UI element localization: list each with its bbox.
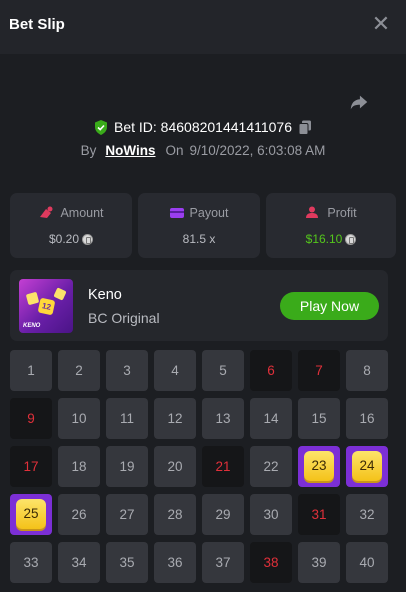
dice-icon xyxy=(25,291,40,306)
keno-cell: 23 xyxy=(298,446,340,487)
bet-date: 9/10/2022, 6:03:08 AM xyxy=(189,143,326,158)
keno-cell: 34 xyxy=(58,542,100,583)
wallet-icon xyxy=(169,208,184,218)
game-provider: BC Original xyxy=(88,310,160,326)
dice-icon: 12 xyxy=(37,297,56,316)
by-label: By xyxy=(80,143,97,158)
keno-cell: 1 xyxy=(10,350,52,391)
game-card: 12 KENO Keno BC Original Play Now xyxy=(10,270,388,341)
play-now-button[interactable]: Play Now xyxy=(280,292,379,320)
bet-id-label: Bet ID: xyxy=(113,119,157,135)
bet-id-value: 84608201441411076 xyxy=(160,119,292,135)
keno-cell: 10 xyxy=(58,398,100,439)
payout-label: Payout xyxy=(189,206,229,220)
keno-cell-number: 23 xyxy=(304,451,334,481)
keno-cell-number: 25 xyxy=(16,499,46,529)
keno-cell: 37 xyxy=(202,542,244,583)
keno-cell: 24 xyxy=(346,446,388,487)
keno-cell: 35 xyxy=(106,542,148,583)
dice-icon xyxy=(53,287,67,301)
bet-meta-row: By NoWins On 9/10/2022, 6:03:08 AM xyxy=(0,143,406,158)
keno-cell: 38 xyxy=(250,542,292,583)
coin-icon xyxy=(345,234,357,245)
bet-stats: Amount $0.20 Payout 81.5 x Profit $16.10 xyxy=(10,193,396,258)
keno-cell: 21 xyxy=(202,446,244,487)
keno-cell: 17 xyxy=(10,446,52,487)
keno-cell: 30 xyxy=(250,494,292,535)
coin-icon xyxy=(82,234,94,245)
keno-cell: 9 xyxy=(10,398,52,439)
payout-value: 81.5 x xyxy=(182,232,216,246)
keno-cell: 8 xyxy=(346,350,388,391)
close-icon[interactable]: ✕ xyxy=(370,13,392,35)
keno-cell: 15 xyxy=(298,398,340,439)
keno-cell: 18 xyxy=(58,446,100,487)
keno-cell: 6 xyxy=(250,350,292,391)
profit-value: $16.10 xyxy=(305,232,343,246)
dialog-header: Bet Slip ✕ xyxy=(0,0,406,54)
keno-cell: 29 xyxy=(202,494,244,535)
keno-cell: 5 xyxy=(202,350,244,391)
keno-cell: 26 xyxy=(58,494,100,535)
keno-cell-number: 24 xyxy=(352,451,382,481)
keno-cell: 19 xyxy=(106,446,148,487)
keno-cell: 36 xyxy=(154,542,196,583)
keno-cell: 28 xyxy=(154,494,196,535)
shield-check-icon xyxy=(94,120,107,135)
keno-cell: 31 xyxy=(298,494,340,535)
bet-id-row: Bet ID: 84608201441411076 xyxy=(0,119,406,135)
game-name: Keno xyxy=(88,287,122,303)
keno-cell: 33 xyxy=(10,542,52,583)
thumbnail-label: KENO xyxy=(23,323,41,329)
keno-cell: 25 xyxy=(10,494,52,535)
payout-card: Payout 81.5 x xyxy=(138,193,260,258)
amount-value: $0.20 xyxy=(48,232,80,246)
profit-label: Profit xyxy=(327,206,357,220)
keno-cell: 2 xyxy=(58,350,100,391)
keno-cell: 40 xyxy=(346,542,388,583)
profit-card: Profit $16.10 xyxy=(266,193,396,258)
keno-cell: 27 xyxy=(106,494,148,535)
keno-cell: 13 xyxy=(202,398,244,439)
copy-icon[interactable] xyxy=(298,120,312,135)
dialog-title: Bet Slip xyxy=(9,16,65,33)
keno-cell: 7 xyxy=(298,350,340,391)
keno-cell: 12 xyxy=(154,398,196,439)
share-icon[interactable] xyxy=(348,91,370,113)
profit-icon xyxy=(306,206,319,218)
on-label: On xyxy=(165,143,184,158)
keno-thumbnail[interactable]: 12 KENO xyxy=(19,279,73,333)
keno-cell: 20 xyxy=(154,446,196,487)
amount-icon xyxy=(40,206,53,218)
keno-cell: 32 xyxy=(346,494,388,535)
keno-cell: 4 xyxy=(154,350,196,391)
keno-cell: 11 xyxy=(106,398,148,439)
amount-label: Amount xyxy=(60,206,104,220)
keno-cell: 16 xyxy=(346,398,388,439)
keno-cell: 22 xyxy=(250,446,292,487)
keno-cell: 3 xyxy=(106,350,148,391)
keno-cell: 39 xyxy=(298,542,340,583)
amount-card: Amount $0.20 xyxy=(10,193,132,258)
keno-cell: 14 xyxy=(250,398,292,439)
user-link[interactable]: NoWins xyxy=(105,143,155,158)
